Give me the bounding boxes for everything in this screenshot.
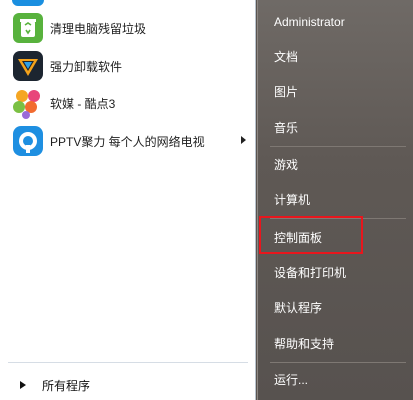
menu-item-documents[interactable]: 文档 [274,47,404,67]
program-label: 清理电脑残留垃圾 [50,21,147,36]
uninstall-icon [12,50,44,82]
recycle-icon [12,12,44,44]
menu-item-pictures[interactable]: 图片 [274,82,404,102]
menu-item-music[interactable]: 音乐 [274,118,404,138]
program-item-clean-trash[interactable]: 清理电脑残留垃圾 [8,11,252,45]
submenu-arrow-icon[interactable] [241,136,246,144]
menu-item-computer[interactable]: 计算机 [274,190,404,210]
kudian-icon [12,87,44,119]
program-label: PPTV聚力 每个人的网络电视 [50,134,205,149]
menu-separator [270,146,406,147]
menu-separator [270,362,406,363]
program-label: 软媒 - 酷点3 [50,96,116,111]
menu-item-administrator[interactable]: Administrator [274,12,404,32]
control-panel-highlight-box [259,216,363,254]
program-item-kudian[interactable]: 软媒 - 酷点3 [8,86,252,120]
triangle-right-icon [20,381,26,389]
pptv-icon [12,125,44,157]
menu-item-devices-printers[interactable]: 设备和打印机 [274,263,404,283]
partial-program-icon [12,0,44,6]
menu-item-run[interactable]: 运行... [274,370,404,390]
program-item-uninstall[interactable]: 强力卸载软件 [8,49,252,83]
start-menu: 清理电脑残留垃圾 强力卸载软件 软媒 - 酷点3 PPTV聚力 每个人的网络电视… [0,0,413,400]
menu-item-games[interactable]: 游戏 [274,155,404,175]
program-label: 强力卸载软件 [50,59,123,74]
program-panel: 清理电脑残留垃圾 强力卸载软件 软媒 - 酷点3 PPTV聚力 每个人的网络电视… [0,0,256,400]
all-programs-label: 所有程序 [42,378,91,393]
all-programs-button[interactable]: 所有程序 [8,372,248,398]
menu-item-help-support[interactable]: 帮助和支持 [274,334,404,354]
places-panel: Administrator 文档 图片 音乐 游戏 计算机 控制面板 设备和打印… [257,0,413,400]
menu-item-default-programs[interactable]: 默认程序 [274,298,404,318]
program-item-pptv[interactable]: PPTV聚力 每个人的网络电视 [8,124,252,158]
left-divider [8,362,248,363]
